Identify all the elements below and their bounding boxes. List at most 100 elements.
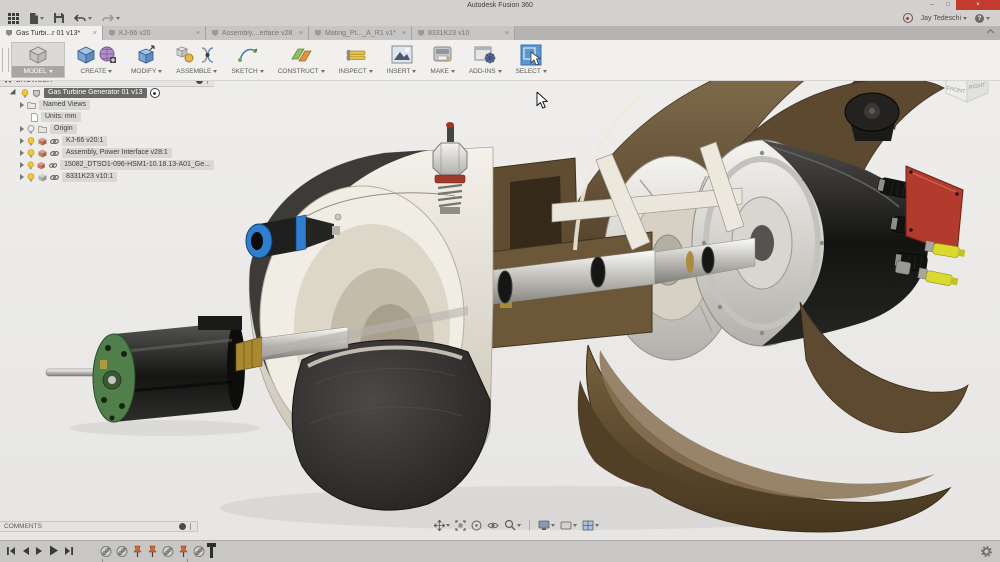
workspace-selector-model[interactable]: MODEL (11, 42, 65, 78)
browser-row-named-views[interactable]: Named Views (0, 99, 214, 111)
comments-toggle-icon[interactable] (179, 523, 186, 530)
menu-add-ins[interactable]: ADD-INS (462, 40, 509, 80)
undo-button[interactable] (74, 14, 92, 23)
viewports-button[interactable] (582, 520, 599, 531)
visibility-bulb-icon[interactable] (27, 173, 35, 182)
comments-bar[interactable]: COMMENTS (0, 521, 198, 532)
expand-arrow-icon[interactable] (20, 138, 24, 144)
assemble-joint-icon[interactable] (198, 45, 217, 65)
browser-item-label[interactable]: Named Views (39, 100, 90, 110)
browser-item-label[interactable]: KJ-66 v20:1 (62, 136, 107, 146)
comments-resize-grip[interactable] (190, 523, 193, 530)
display-settings-button[interactable] (538, 520, 555, 531)
browser-row-kj66[interactable]: KJ-66 v20:1 (0, 135, 214, 147)
visibility-bulb-icon[interactable] (27, 149, 35, 158)
expand-arrow-icon[interactable] (20, 150, 24, 156)
menu-make[interactable]: MAKE (423, 40, 461, 80)
browser-item-label[interactable]: 8331K23 v10:1 (62, 172, 117, 182)
menu-construct[interactable]: CONSTRUCT (271, 40, 332, 80)
look-at-button[interactable] (487, 520, 499, 531)
timeline-options-gear-icon[interactable] (981, 546, 992, 557)
tab-close-icon[interactable]: × (93, 29, 97, 37)
app-grid-icon[interactable] (8, 13, 19, 24)
tab-mating-pt[interactable]: Mating_Pt..._A_R1 v1* × (309, 26, 412, 40)
create-form-icon[interactable] (98, 45, 117, 65)
grid-snaps-button[interactable] (560, 520, 577, 531)
expand-arrow-icon[interactable] (20, 174, 24, 180)
orbit-button[interactable] (471, 520, 482, 531)
modify-icon[interactable] (137, 45, 157, 65)
assemble-new-component-icon[interactable] (176, 45, 196, 65)
menu-sketch[interactable]: SKETCH (224, 40, 270, 80)
browser-item-label[interactable]: Assembly, Power Interface v28:1 (62, 148, 172, 158)
go-to-start-button[interactable] (6, 546, 16, 556)
construct-icon[interactable] (290, 45, 312, 65)
timeline-feature-insert-icon[interactable] (193, 545, 205, 558)
visibility-bulb-icon[interactable] (27, 161, 34, 170)
minimize-button[interactable]: – (924, 0, 940, 10)
tab-gas-turbine[interactable]: Gas Turbi...r 01 v13* × (0, 26, 103, 40)
redo-button[interactable] (102, 14, 120, 23)
add-ins-icon[interactable] (474, 45, 496, 64)
browser-item-label[interactable]: 15082_DTSO1-096-HSM1-10.18.13-A01_Ge... (60, 160, 214, 170)
model-carbon-shell[interactable] (292, 340, 490, 510)
zoom-button[interactable] (504, 519, 521, 531)
play-button[interactable] (49, 545, 59, 556)
timeline-feature-pin-icon[interactable] (132, 545, 143, 558)
fit-button[interactable] (455, 520, 466, 531)
browser-root-label[interactable]: Gas Turbine Generator 01 v13 (44, 88, 147, 98)
close-button[interactable]: × (956, 0, 1000, 10)
timeline-position-marker[interactable] (210, 544, 213, 558)
step-back-button[interactable] (21, 546, 30, 556)
menu-assemble[interactable]: ASSEMBLE (169, 40, 224, 80)
select-icon[interactable] (520, 44, 542, 66)
timeline-feature-insert-icon[interactable] (116, 545, 128, 558)
visibility-bulb-icon[interactable] (27, 125, 35, 134)
expand-arrow-icon[interactable] (20, 102, 24, 108)
file-menu-button[interactable] (29, 13, 44, 24)
activate-component-radio[interactable] (150, 88, 160, 98)
browser-row-15082[interactable]: 15082_DTSO1-096-HSM1-10.18.13-A01_Ge... (0, 159, 214, 171)
tab-close-icon[interactable]: × (299, 29, 303, 37)
make-icon[interactable] (432, 45, 453, 64)
browser-row-origin[interactable]: Origin (0, 123, 214, 135)
expand-arrow-icon[interactable] (20, 162, 24, 168)
create-box-icon[interactable] (76, 45, 96, 65)
record-icon[interactable] (903, 13, 913, 23)
browser-row-8331k23[interactable]: 8331K23 v10:1 (0, 171, 214, 183)
sketch-icon[interactable] (237, 45, 259, 65)
browser-item-label[interactable]: Origin (50, 124, 77, 134)
menu-inspect[interactable]: INSPECT (332, 40, 380, 80)
timeline-feature-insert-icon[interactable] (100, 545, 112, 558)
user-menu[interactable]: Jay Tedeschi (921, 15, 967, 22)
browser-root-row[interactable]: Gas Turbine Generator 01 v13 (0, 87, 214, 99)
menu-select[interactable]: SELECT (509, 40, 554, 80)
toolbar-collapse-chevron-icon[interactable] (987, 29, 994, 34)
menu-insert[interactable]: INSERT (380, 40, 424, 80)
browser-row-assembly[interactable]: Assembly, Power Interface v28:1 (0, 147, 214, 159)
timeline-feature-insert-icon[interactable] (162, 545, 174, 558)
timeline-feature-pin-icon[interactable] (147, 545, 158, 558)
tab-kj66[interactable]: KJ-66 v20 × (103, 26, 206, 40)
go-to-end-button[interactable] (64, 546, 74, 556)
step-forward-button[interactable] (35, 546, 44, 556)
tab-close-icon[interactable]: × (196, 29, 200, 37)
insert-icon[interactable] (391, 45, 413, 64)
timeline-feature-pin-icon[interactable] (178, 545, 189, 558)
pan-button[interactable] (434, 520, 450, 531)
expand-arrow-icon[interactable] (20, 126, 24, 132)
help-menu[interactable]: ? (975, 14, 990, 23)
inspect-icon[interactable] (345, 45, 367, 65)
menu-modify[interactable]: MODIFY (124, 40, 169, 80)
menu-create[interactable]: CREATE (69, 40, 124, 80)
save-button[interactable] (54, 13, 64, 23)
tab-assembly-power-interface[interactable]: Assembly,...erface v28 × (206, 26, 309, 40)
visibility-bulb-icon[interactable] (21, 89, 29, 98)
visibility-bulb-icon[interactable] (27, 137, 35, 146)
tab-close-icon[interactable]: × (505, 29, 509, 37)
tab-close-icon[interactable]: × (402, 29, 406, 37)
toolbar-grip-handle[interactable] (2, 48, 9, 72)
maximize-button[interactable]: □ (940, 0, 956, 10)
browser-item-label[interactable]: Units: mm (41, 112, 81, 122)
browser-row-units[interactable]: Units: mm (0, 111, 214, 123)
